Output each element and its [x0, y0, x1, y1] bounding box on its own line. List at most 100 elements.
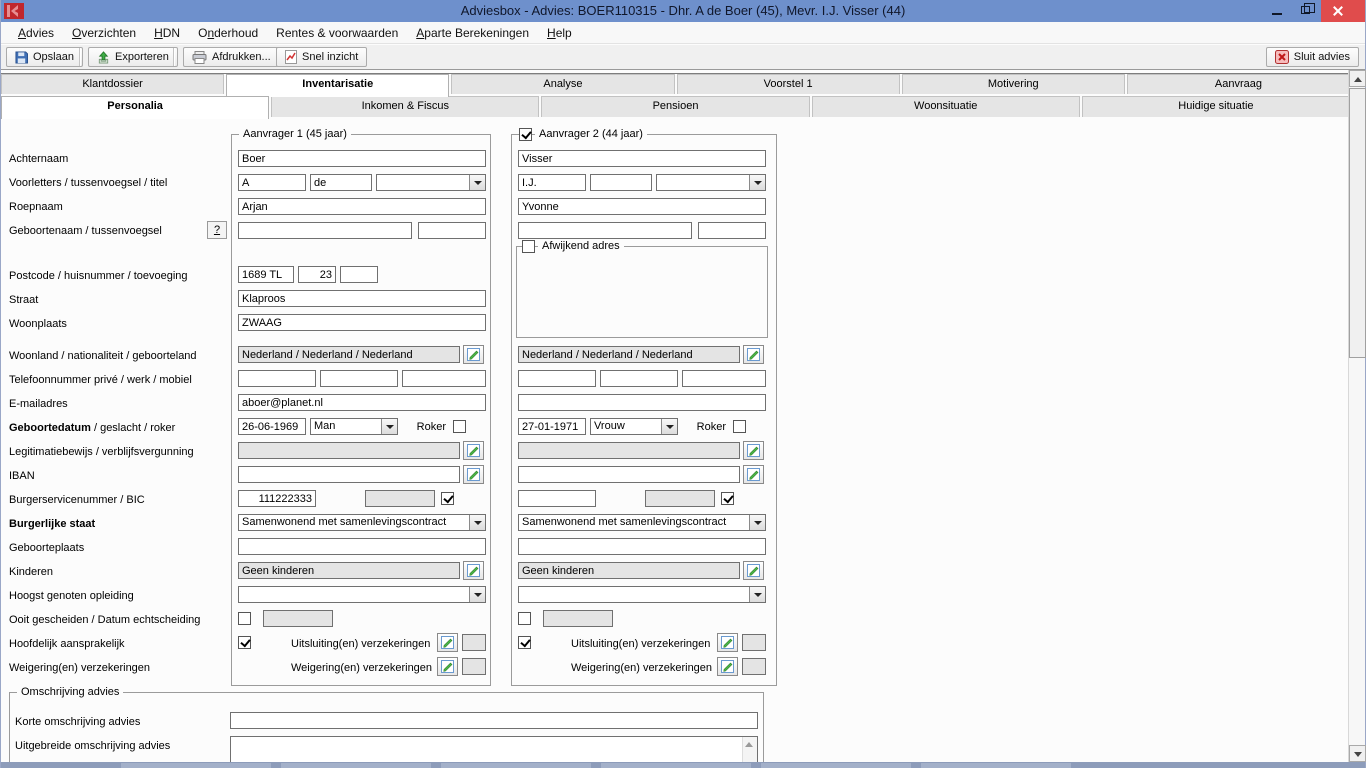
edit-legitimatie-button-2[interactable] — [743, 441, 764, 460]
geboortenaam-input-2[interactable] — [518, 222, 692, 239]
edit-iban-button-1[interactable] — [463, 465, 484, 484]
iban-input-2[interactable] — [518, 466, 740, 483]
burgerlijke-staat-select-2[interactable]: Samenwonend met samenlevingscontract — [518, 514, 766, 531]
tab-personalia[interactable]: Personalia — [1, 96, 270, 119]
scrollbar-thumb[interactable] — [1349, 88, 1366, 358]
restore-button[interactable] — [1292, 0, 1321, 22]
scroll-up-icon[interactable] — [745, 742, 753, 747]
afwijkend-adres-checkbox[interactable] — [522, 240, 535, 253]
edit-weigering-button-2[interactable] — [717, 657, 738, 676]
geboortenaam-tussenvoegsel-input-1[interactable] — [418, 222, 486, 239]
vertical-scrollbar[interactable] — [1348, 70, 1366, 762]
toevoeging-input-1[interactable] — [340, 266, 378, 283]
roker-checkbox-2[interactable] — [733, 420, 746, 433]
geboorteplaats-input-1[interactable] — [238, 538, 486, 555]
scroll-down-button[interactable] — [1349, 745, 1366, 762]
achternaam-input-1[interactable] — [238, 150, 486, 167]
bsn-input-2[interactable] — [518, 490, 596, 507]
telefoon-werk-input-2[interactable] — [600, 370, 678, 387]
bsn-input-1[interactable] — [238, 490, 316, 507]
chevron-down-icon[interactable] — [469, 515, 485, 530]
titel-select-2[interactable] — [656, 174, 766, 191]
woonplaats-input-1[interactable] — [238, 314, 486, 331]
tab-analyse[interactable]: Analyse — [451, 74, 675, 94]
uitgebreide-omschrijving-textarea[interactable] — [230, 736, 758, 763]
close-button[interactable] — [1321, 0, 1365, 22]
tab-inkomen-fiscus[interactable]: Inkomen & Fiscus — [271, 96, 540, 117]
voorletters-input-2[interactable] — [518, 174, 586, 191]
textarea-scrollbar[interactable] — [742, 737, 757, 762]
geboortedatum-input-2[interactable] — [518, 418, 586, 435]
aanvrager2-enable-checkbox[interactable] — [519, 128, 532, 141]
geboortenaam-tussenvoegsel-input-2[interactable] — [698, 222, 766, 239]
geboorteplaats-input-2[interactable] — [518, 538, 766, 555]
chevron-down-icon[interactable] — [749, 587, 765, 602]
close-advice-button[interactable]: Sluit advies — [1265, 47, 1359, 67]
menu-advies[interactable]: Advies — [9, 24, 63, 42]
menu-overzichten[interactable]: Overzichten — [63, 24, 145, 42]
tab-motivering[interactable]: Motivering — [901, 74, 1125, 94]
tussenvoegsel-input-1[interactable] — [310, 174, 372, 191]
minimize-button[interactable] — [1263, 0, 1292, 22]
print-button[interactable]: Afdrukken... — [183, 47, 280, 67]
edit-uitsluiting-button-2[interactable] — [717, 633, 738, 652]
telefoon-prive-input-2[interactable] — [518, 370, 596, 387]
edit-woonland-button-2[interactable] — [743, 345, 764, 364]
tab-aanvraag[interactable]: Aanvraag — [1126, 74, 1351, 94]
roker-checkbox-1[interactable] — [453, 420, 466, 433]
gescheiden-checkbox-2[interactable] — [518, 612, 531, 625]
edit-weigering-button-1[interactable] — [437, 657, 458, 676]
edit-legitimatie-button-1[interactable] — [463, 441, 484, 460]
menu-onderhoud[interactable]: Onderhoud — [189, 24, 267, 42]
email-input-1[interactable] — [238, 394, 486, 411]
telefoon-prive-input-1[interactable] — [238, 370, 316, 387]
opleiding-select-2[interactable] — [518, 586, 766, 603]
geboortenaam-input-1[interactable] — [238, 222, 412, 239]
telefoon-mobiel-input-1[interactable] — [402, 370, 486, 387]
chevron-down-icon[interactable] — [749, 515, 765, 530]
telefoon-werk-input-1[interactable] — [320, 370, 398, 387]
menu-rentes-voorwaarden[interactable]: Rentes & voorwaarden — [267, 24, 407, 42]
hoofdelijk-checkbox-1[interactable] — [238, 636, 251, 649]
huisnummer-input-1[interactable] — [298, 266, 336, 283]
bsn-checkbox-2[interactable] — [721, 492, 734, 505]
hoofdelijk-checkbox-2[interactable] — [518, 636, 531, 649]
edit-woonland-button-1[interactable] — [463, 345, 484, 364]
telefoon-mobiel-input-2[interactable] — [682, 370, 766, 387]
iban-input-1[interactable] — [238, 466, 460, 483]
menu-aparte-berekeningen[interactable]: Aparte Berekeningen — [407, 24, 538, 42]
menu-hdn[interactable]: HDN — [145, 24, 189, 42]
export-button[interactable]: Exporteren — [88, 47, 178, 67]
tab-klantdossier[interactable]: Klantdossier — [1, 74, 225, 94]
help-button[interactable]: ? — [207, 221, 227, 239]
tab-pensioen[interactable]: Pensioen — [541, 96, 810, 117]
titel-select-1[interactable] — [376, 174, 486, 191]
geslacht-select-1[interactable]: Man — [310, 418, 398, 435]
geboortedatum-input-1[interactable] — [238, 418, 306, 435]
gescheiden-checkbox-1[interactable] — [238, 612, 251, 625]
roepnaam-input-2[interactable] — [518, 198, 766, 215]
tussenvoegsel-input-2[interactable] — [590, 174, 652, 191]
tab-huidige-situatie[interactable]: Huidige situatie — [1081, 96, 1351, 117]
quick-insight-button[interactable]: Snel inzicht — [276, 47, 368, 67]
menu-help[interactable]: Help — [538, 24, 581, 42]
edit-kinderen-button-1[interactable] — [463, 561, 484, 580]
save-button[interactable]: Opslaan — [6, 47, 83, 67]
geslacht-select-2[interactable]: Vrouw — [590, 418, 678, 435]
edit-iban-button-2[interactable] — [743, 465, 764, 484]
straat-input-1[interactable] — [238, 290, 486, 307]
chevron-down-icon[interactable] — [469, 175, 485, 190]
tab-woonsituatie[interactable]: Woonsituatie — [811, 96, 1080, 117]
email-input-2[interactable] — [518, 394, 766, 411]
chevron-down-icon[interactable] — [749, 175, 765, 190]
edit-kinderen-button-2[interactable] — [743, 561, 764, 580]
edit-uitsluiting-button-1[interactable] — [437, 633, 458, 652]
burgerlijke-staat-select-1[interactable]: Samenwonend met samenlevingscontract — [238, 514, 486, 531]
bsn-checkbox-1[interactable] — [441, 492, 454, 505]
chevron-down-icon[interactable] — [469, 587, 485, 602]
opleiding-select-1[interactable] — [238, 586, 486, 603]
voorletters-input-1[interactable] — [238, 174, 306, 191]
tab-inventarisatie[interactable]: Inventarisatie — [226, 74, 450, 97]
korte-omschrijving-input[interactable] — [230, 712, 758, 729]
achternaam-input-2[interactable] — [518, 150, 766, 167]
